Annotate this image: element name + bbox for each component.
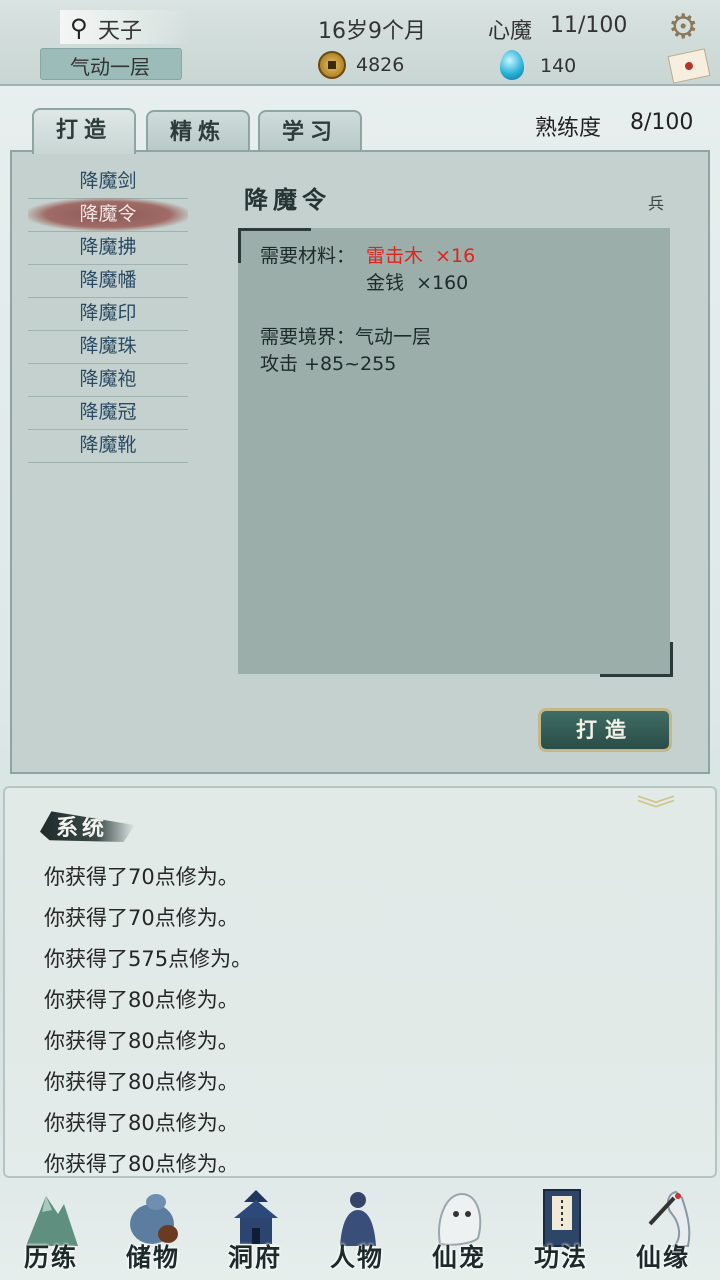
realm-requirement: 需要境界：气动一层 <box>260 326 432 348</box>
forge-button[interactable]: 打造 <box>538 708 672 752</box>
coin-count: 4826 <box>356 54 405 76</box>
collapse-chevron-icon[interactable]: ︾ <box>636 796 675 824</box>
recipe-item[interactable]: 降魔袍 <box>28 363 188 397</box>
log-line: 你获得了70点修为。 <box>44 906 239 930</box>
heart-demon-value: 11/100 <box>550 13 628 38</box>
materials-label: 需要材料： <box>260 245 356 267</box>
tab-refine[interactable]: 精炼 <box>146 110 250 152</box>
recipe-item[interactable]: 降魔印 <box>28 297 188 331</box>
material-wood: 雷击木 ×16 <box>366 245 476 267</box>
spirit-gem-icon <box>500 50 524 80</box>
recipe-item[interactable]: 降魔剑 <box>28 165 188 199</box>
item-title: 降魔令 <box>244 185 331 214</box>
nav-training[interactable]: 历练 <box>0 1182 102 1280</box>
recipe-item[interactable]: 降魔珠 <box>28 330 188 364</box>
nav-character[interactable]: 人物 <box>306 1182 408 1280</box>
copper-coin-icon <box>318 51 346 79</box>
log-line: 你获得了80点修为。 <box>44 988 239 1012</box>
tab-learn[interactable]: 学习 <box>258 110 362 152</box>
recipe-item[interactable]: 降魔靴 <box>28 429 188 463</box>
nav-label: 仙宠 <box>431 1243 486 1272</box>
item-type-tag: 兵 <box>648 194 665 213</box>
age-label: 16岁9个月 <box>318 19 426 44</box>
nav-techniques[interactable]: 功法 <box>510 1182 612 1280</box>
nav-label: 储物 <box>125 1243 180 1272</box>
nav-label: 历练 <box>23 1243 78 1272</box>
nav-label: 仙缘 <box>635 1243 690 1272</box>
nav-label: 人物 <box>329 1243 384 1272</box>
log-line: 你获得了70点修为。 <box>44 865 239 889</box>
attack-stat: 攻击 +85~255 <box>260 353 397 375</box>
recipe-item[interactable]: 降魔冠 <box>28 396 188 430</box>
material-money: 金钱 ×160 <box>366 272 469 294</box>
heart-demon-label: 心魔 <box>488 19 533 44</box>
nav-label: 洞府 <box>227 1243 282 1272</box>
realm-label: 气动一层 <box>70 55 150 79</box>
gender-icon: ⚲ <box>70 14 88 42</box>
log-line: 你获得了575点修为。 <box>44 947 253 971</box>
nav-storage[interactable]: 储物 <box>102 1182 204 1280</box>
tab-forge[interactable]: 打造 <box>32 108 136 154</box>
settings-gear-icon[interactable]: ⚙ <box>668 10 698 44</box>
recipe-item[interactable]: 降魔幡 <box>28 264 188 298</box>
proficiency-value: 8/100 <box>630 110 694 135</box>
player-name: 天子 <box>98 19 143 44</box>
nav-cave-dwelling[interactable]: 洞府 <box>204 1182 306 1280</box>
gem-count: 140 <box>540 55 577 77</box>
nav-spirit-pet[interactable]: 仙宠 <box>408 1182 510 1280</box>
frame-corner-bottom-right <box>600 642 673 677</box>
proficiency-label: 熟练度 <box>535 116 602 141</box>
log-line: 你获得了80点修为。 <box>44 1152 239 1176</box>
log-line: 你获得了80点修为。 <box>44 1111 239 1135</box>
recipe-item[interactable]: 降魔拂 <box>28 231 188 265</box>
recipe-item-selected[interactable]: 降魔令 <box>28 198 188 232</box>
log-line: 你获得了80点修为。 <box>44 1029 239 1053</box>
nav-label: 功法 <box>533 1243 588 1272</box>
nav-fate[interactable]: 仙缘 <box>612 1182 714 1280</box>
log-line: 你获得了80点修为。 <box>44 1070 239 1094</box>
